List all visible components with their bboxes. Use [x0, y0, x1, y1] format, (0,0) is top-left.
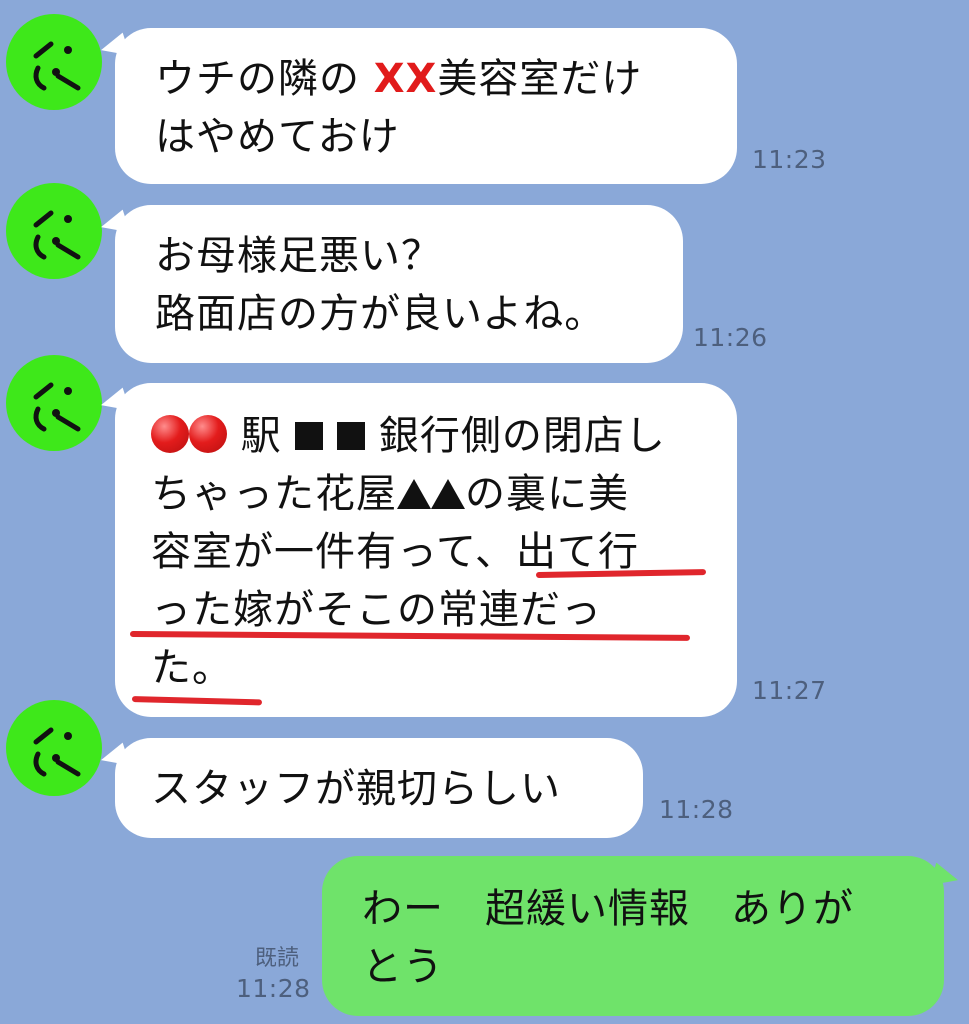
black-triangle-emoji [431, 479, 465, 509]
message-text-line: た。 [151, 645, 233, 691]
message-time: 11:23 [752, 145, 827, 174]
sender-avatar[interactable] [6, 700, 102, 796]
sender-avatar[interactable] [6, 14, 102, 110]
message-text-line: ウチの隣の XX美容室だけ [155, 56, 643, 102]
message-bubble[interactable]: お母様足悪い？ 路面店の方が良いよね。 [115, 205, 683, 363]
message-bubble[interactable]: わー 超緩い情報 ありが とう [322, 856, 944, 1016]
message-text-fragment: 美容室だけ [437, 56, 643, 102]
sender-avatar[interactable] [6, 355, 102, 451]
black-square-emoji [337, 422, 366, 450]
sad-face-icon [33, 210, 81, 260]
message-text-line: スタッフが親切らしい [151, 766, 561, 812]
message-time: 11:28 [659, 795, 734, 824]
red-circle-emoji [151, 415, 189, 453]
sender-avatar[interactable] [6, 183, 102, 279]
message-time: 11:27 [752, 676, 827, 705]
message-bubble[interactable]: 駅 銀行側の閉店し ちゃった花屋 の裏に美 容室が一件有って、出て行 った嫁がそこ… [115, 383, 737, 717]
message-time: 11:26 [693, 323, 768, 352]
message-text-line: 路面店の方が良いよね。 [155, 291, 606, 337]
message-time: 11:28 [236, 974, 311, 1003]
red-circle-emoji [189, 415, 227, 453]
message-text-line: はやめておけ [155, 114, 400, 160]
read-receipt: 既読 [255, 946, 300, 971]
message-text-line: お母様足悪い？ [155, 233, 442, 279]
sad-face-icon [33, 382, 81, 432]
redaction-mark: XX [373, 56, 438, 102]
message-bubble[interactable]: ウチの隣の XX美容室だけ はやめておけ [115, 28, 737, 184]
message-text-line: とう [362, 944, 444, 990]
sad-face-icon [33, 41, 81, 91]
message-text-line: わー 超緩い情報 ありが [362, 886, 854, 932]
message-text-line: った嫁がそこの常連だっ [151, 587, 602, 633]
message-bubble[interactable]: スタッフが親切らしい [115, 738, 643, 838]
black-square-emoji [295, 422, 324, 450]
sad-face-icon [33, 727, 81, 777]
message-text-line: ちゃった花屋 の裏に美 [151, 471, 629, 517]
black-triangle-emoji [397, 479, 431, 509]
message-text-line: 駅 銀行側の閉店し [151, 407, 709, 465]
